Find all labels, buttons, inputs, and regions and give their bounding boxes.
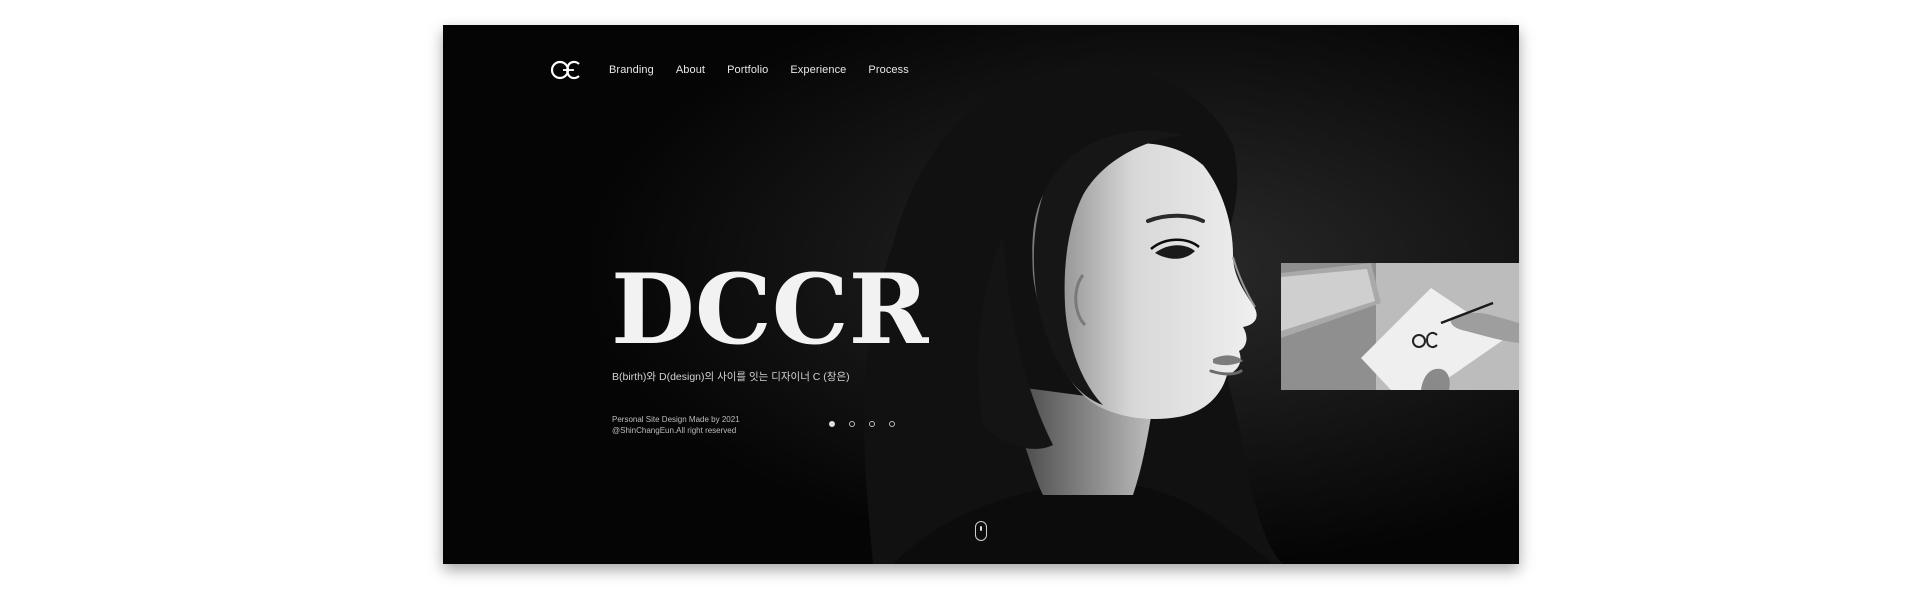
nav-item-about[interactable]: About xyxy=(676,64,705,76)
credit-line-2: @ShinChangEun.All right reserved xyxy=(612,426,737,435)
scroll-wheel xyxy=(980,526,982,531)
site-credit: Personal Site Design Made by 2021 @ShinC… xyxy=(612,414,740,436)
slider-dot-4[interactable] xyxy=(889,421,895,427)
slider-dot-2[interactable] xyxy=(849,421,855,427)
brand-logo-icon[interactable] xyxy=(549,59,583,81)
nav-item-portfolio[interactable]: Portfolio xyxy=(727,64,768,76)
scroll-mouse-icon[interactable] xyxy=(975,521,987,541)
slider-dot-3[interactable] xyxy=(869,421,875,427)
preview-thumbnail-image[interactable] xyxy=(1281,263,1519,390)
credit-line-1: Personal Site Design Made by 2021 xyxy=(612,415,740,424)
nav-item-process[interactable]: Process xyxy=(868,64,908,76)
slider-pagination xyxy=(829,421,895,427)
hero-frame: Branding About Portfolio Experience Proc… xyxy=(443,25,1519,564)
nav-item-branding[interactable]: Branding xyxy=(609,64,654,76)
hero-subtitle: B(birth)와 D(design)의 사이를 잇는 디자이너 C (창은) xyxy=(612,371,850,383)
hero-title-text: DCCR xyxy=(611,263,929,355)
slider-dot-1[interactable] xyxy=(829,421,835,427)
main-nav: Branding About Portfolio Experience Proc… xyxy=(549,58,931,82)
hero-title-logotype: DCCR xyxy=(611,263,929,355)
nav-item-experience[interactable]: Experience xyxy=(790,64,846,76)
